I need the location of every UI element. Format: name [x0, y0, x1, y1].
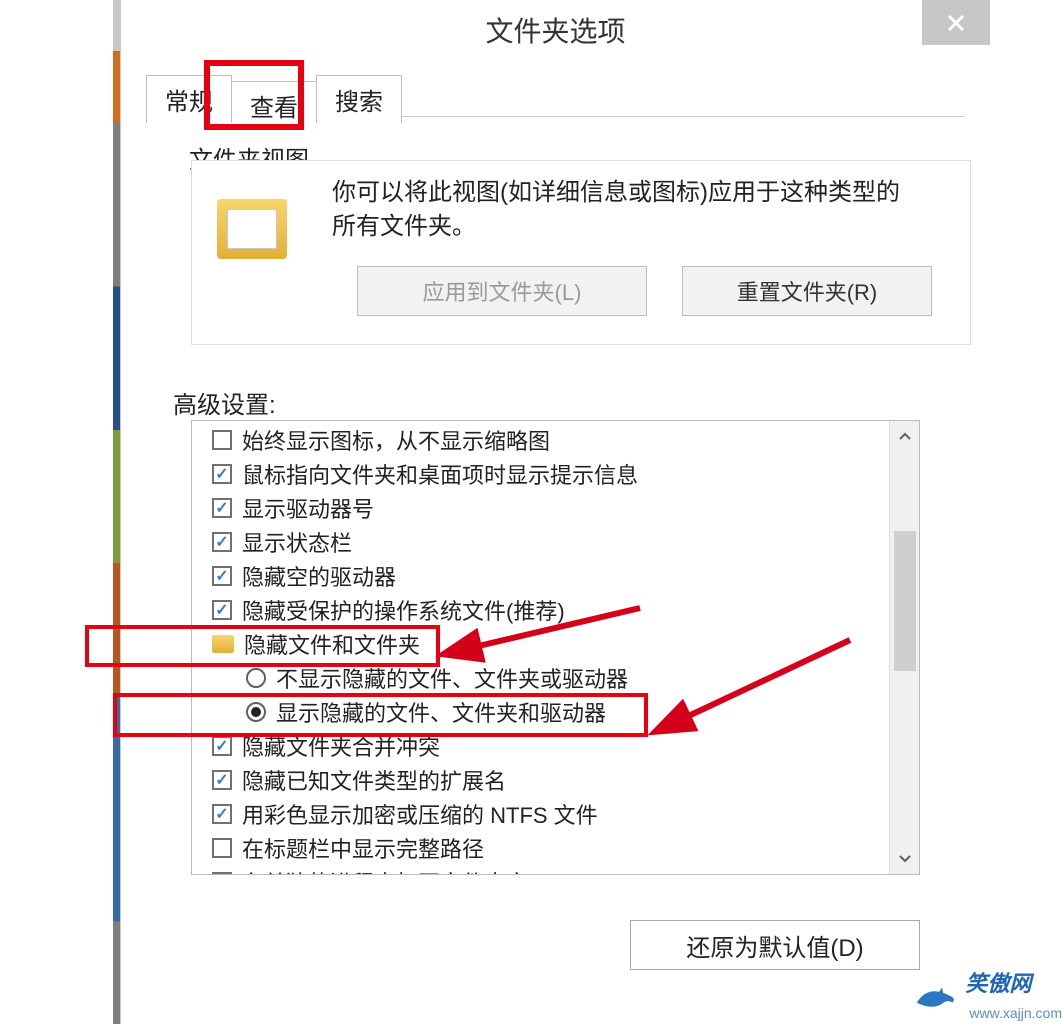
checkbox-icon[interactable]: ✓ — [212, 804, 232, 824]
chevron-up-icon — [899, 432, 911, 440]
scroll-down-button[interactable] — [890, 844, 920, 874]
checkbox-option-2[interactable]: ✓ 显示驱动器号 — [212, 491, 889, 525]
option-label: 始终显示图标，从不显示缩略图 — [242, 424, 550, 456]
radio-option-7[interactable]: 不显示隐藏的文件、文件夹或驱动器 — [246, 661, 889, 695]
watermark-name: 笑傲网 — [965, 971, 1031, 996]
option-label: 隐藏文件夹合并冲突 — [242, 730, 440, 762]
option-label: 显示驱动器号 — [242, 492, 374, 524]
watermark: 笑傲网 www.xajjn.com — [913, 966, 1062, 1024]
folder-options-dialog: 文件夹选项 常规 查看 搜索 文件夹视图 你可以将此视图(如详细信息或图标)应用… — [120, 0, 990, 1024]
tab-general[interactable]: 常规 — [146, 75, 232, 123]
checkbox-option-3[interactable]: ✓ 显示状态栏 — [212, 525, 889, 559]
checkbox-option-9[interactable]: ✓ 隐藏文件夹合并冲突 — [212, 729, 889, 763]
option-label: 隐藏空的驱动器 — [242, 560, 396, 592]
checkbox-icon[interactable]: ✓ — [212, 532, 232, 552]
checkbox-option-11[interactable]: ✓ 用彩色显示加密或压缩的 NTFS 文件 — [212, 797, 889, 831]
scroll-up-button[interactable] — [890, 421, 920, 451]
scroll-thumb[interactable] — [894, 531, 916, 671]
checkbox-option-1[interactable]: ✓ 鼠标指向文件夹和桌面项时显示提示信息 — [212, 457, 889, 491]
checkbox-option-0[interactable]: 始终显示图标，从不显示缩略图 — [212, 423, 889, 457]
option-label: 鼠标指向文件夹和桌面项时显示提示信息 — [242, 458, 638, 490]
checkbox-icon[interactable]: ✓ — [212, 464, 232, 484]
folder-icon — [212, 635, 234, 653]
checkbox-option-10[interactable]: ✓ 隐藏已知文件类型的扩展名 — [212, 763, 889, 797]
checkbox-icon[interactable]: ✓ — [212, 600, 232, 620]
checkbox-icon[interactable]: ✓ — [212, 736, 232, 756]
close-icon — [946, 13, 966, 33]
reset-folders-button[interactable]: 重置文件夹(R) — [682, 266, 932, 316]
option-label: 显示隐藏的文件、文件夹和驱动器 — [276, 696, 606, 728]
checkbox-icon[interactable] — [212, 872, 232, 875]
radio-icon[interactable] — [246, 668, 266, 688]
checkbox-option-12[interactable]: 在标题栏中显示完整路径 — [212, 831, 889, 865]
watermark-url: www.xajjn.com — [969, 1005, 1062, 1021]
radio-option-8[interactable]: 显示隐藏的文件、文件夹和驱动器 — [246, 695, 889, 729]
checkbox-icon[interactable]: ✓ — [212, 498, 232, 518]
apply-to-folders-button[interactable]: 应用到文件夹(L) — [357, 266, 647, 316]
radio-icon[interactable] — [246, 702, 266, 722]
scrollbar[interactable] — [889, 421, 919, 874]
checkbox-icon[interactable] — [212, 430, 232, 450]
window-title: 文件夹选项 — [485, 10, 625, 50]
checkbox-option-5[interactable]: ✓ 隐藏受保护的操作系统文件(推荐) — [212, 593, 889, 627]
tab-strip: 常规 查看 搜索 — [146, 75, 401, 123]
close-button[interactable] — [922, 0, 990, 45]
option-label: 用彩色显示加密或压缩的 NTFS 文件 — [242, 798, 598, 830]
folder-view-group: 你可以将此视图(如详细信息或图标)应用于这种类型的所有文件夹。 应用到文件夹(L… — [191, 160, 971, 345]
title-bar: 文件夹选项 — [121, 0, 990, 60]
chevron-down-icon — [899, 855, 911, 863]
option-label: 显示状态栏 — [242, 526, 352, 558]
folder-view-description: 你可以将此视图(如详细信息或图标)应用于这种类型的所有文件夹。 — [332, 176, 922, 244]
tab-view[interactable]: 查看 — [231, 81, 317, 123]
option-label: 在单独的进程中打开文件夹窗口 — [242, 866, 550, 875]
checkbox-icon[interactable]: ✓ — [212, 566, 232, 586]
shark-icon — [913, 977, 959, 1013]
option-label: 不显示隐藏的文件、文件夹或驱动器 — [276, 662, 628, 694]
tab-search[interactable]: 搜索 — [316, 75, 402, 123]
option-label: 在标题栏中显示完整路径 — [242, 832, 484, 864]
restore-defaults-button[interactable]: 还原为默认值(D) — [630, 920, 920, 970]
left-decorative-strip — [0, 0, 120, 1024]
checkbox-icon[interactable] — [212, 838, 232, 858]
option-label: 隐藏文件和文件夹 — [244, 628, 420, 660]
advanced-settings-label: 高级设置: — [173, 385, 276, 420]
checkbox-icon[interactable]: ✓ — [212, 770, 232, 790]
checkbox-option-13[interactable]: 在单独的进程中打开文件夹窗口 — [212, 865, 889, 875]
hidden-files-group: 隐藏文件和文件夹 — [212, 627, 889, 661]
option-label: 隐藏已知文件类型的扩展名 — [242, 764, 506, 796]
option-label: 隐藏受保护的操作系统文件(推荐) — [242, 594, 565, 626]
folder-view-icon — [217, 199, 287, 259]
advanced-settings-list: 始终显示图标，从不显示缩略图 ✓ 鼠标指向文件夹和桌面项时显示提示信息 ✓ 显示驱动器号… — [191, 420, 920, 875]
checkbox-option-4[interactable]: ✓ 隐藏空的驱动器 — [212, 559, 889, 593]
